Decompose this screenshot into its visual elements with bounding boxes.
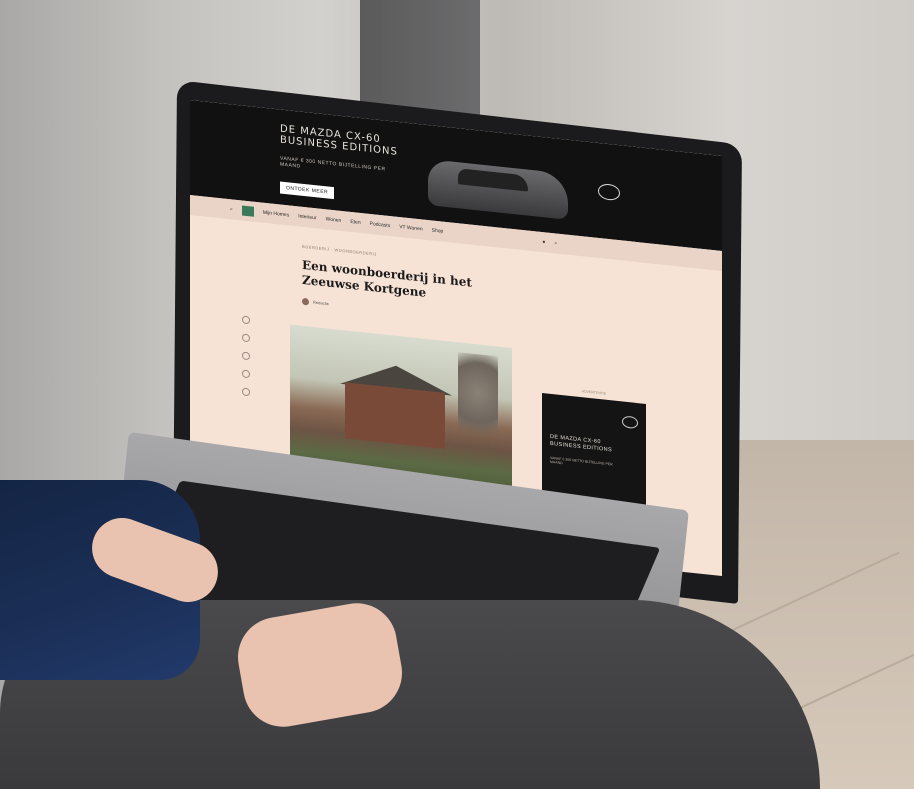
article-author[interactable]: Redactie (302, 298, 329, 308)
share-icon[interactable] (242, 387, 250, 397)
nav-item[interactable]: Wonen (326, 216, 342, 224)
nav-item[interactable]: Interieur (298, 213, 316, 221)
article-category[interactable]: BOERDERIJ · WOONBOERDERIJ (302, 244, 377, 257)
side-ad-headline: DE MAZDA CX-60 BUSINESS EDITIONS (550, 433, 613, 453)
car-image (428, 159, 568, 220)
nav-item[interactable]: Mijn Homes (263, 210, 289, 219)
article-title: Een woonboerderij in het Zeeuwse Kortgen… (302, 257, 472, 300)
ad-cta-button[interactable]: ONTDEK MEER (280, 181, 335, 200)
nav-item[interactable]: VT Wonen (399, 224, 422, 232)
share-icon[interactable] (242, 369, 250, 379)
search-icon[interactable]: ⌕ (230, 206, 233, 212)
photo-scene: DE MAZDA CX-60 BUSINESS EDITIONS VANAF €… (0, 0, 914, 789)
nav-item[interactable]: Eten (350, 219, 360, 226)
ad-headline: DE MAZDA CX-60 BUSINESS EDITIONS (280, 123, 398, 158)
share-icon[interactable] (242, 351, 250, 361)
share-bar (242, 315, 250, 401)
share-icon[interactable] (242, 333, 250, 343)
house-image (345, 382, 445, 449)
ad-subline: VANAF € 300 NETTO BIJTELLING PER MAAND (280, 155, 386, 173)
user-icon[interactable]: ● (542, 239, 545, 245)
mazda-logo-icon (598, 182, 620, 202)
mazda-logo-icon (622, 415, 638, 430)
nav-item[interactable]: Shop (432, 227, 444, 234)
share-icon[interactable] (242, 315, 250, 325)
side-ad-subline: VANAF € 300 NETTO BIJTELLING PER MAAND (550, 455, 613, 467)
search-icon[interactable]: ⌕ (554, 240, 557, 246)
tree-image (458, 352, 498, 467)
site-logo[interactable] (241, 205, 254, 217)
nav-item[interactable]: Podcasts (370, 221, 391, 229)
